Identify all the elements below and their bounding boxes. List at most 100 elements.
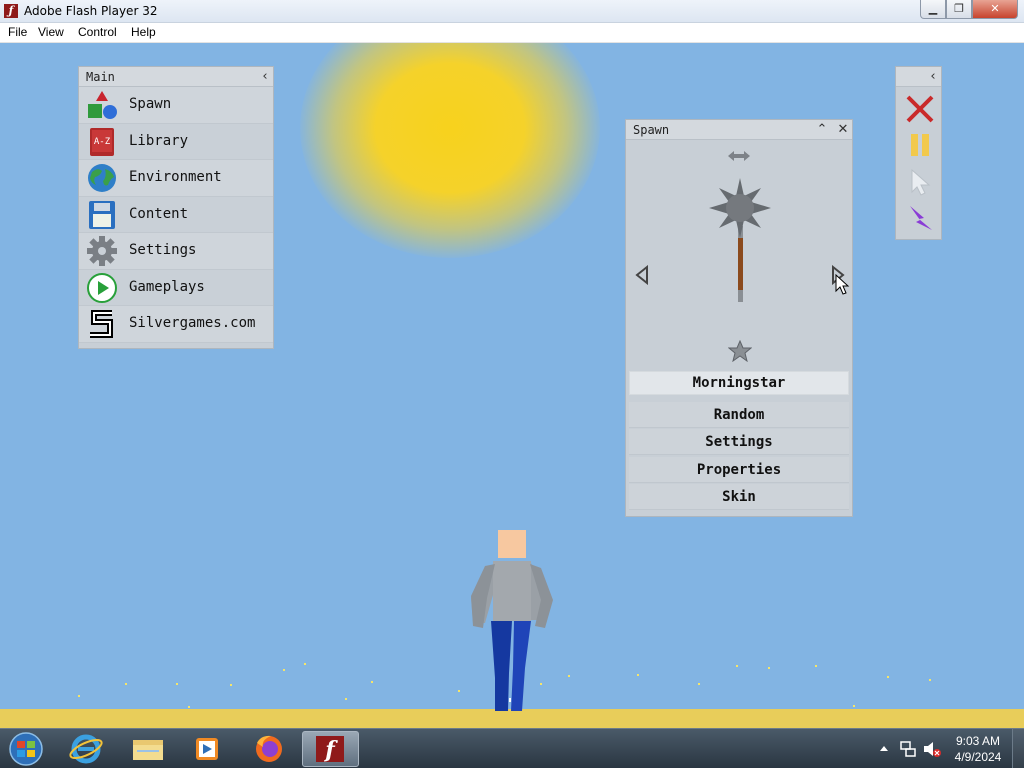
ground-speck xyxy=(929,679,931,681)
ground-speck xyxy=(371,681,373,683)
collapse-left-icon[interactable]: ‹ xyxy=(255,67,275,87)
menu-file[interactable]: File xyxy=(8,25,27,39)
close-window-button[interactable]: ✕ xyxy=(972,0,1018,19)
ground xyxy=(0,709,1024,728)
close-x-icon[interactable] xyxy=(904,93,936,125)
ground-speck xyxy=(283,669,285,671)
main-panel-header: Main ‹ xyxy=(79,67,273,87)
media-player-icon xyxy=(196,738,218,760)
ground-speck xyxy=(736,665,738,667)
previous-arrow-icon[interactable] xyxy=(634,265,650,285)
flash-player-app-icon: ƒ xyxy=(4,4,18,18)
main-menu-label: Library xyxy=(129,132,189,149)
play-icon xyxy=(87,272,117,303)
taskbar: f 9:03 AM 4/9/2024 xyxy=(0,728,1024,768)
main-menu-spawn[interactable]: Spawn xyxy=(79,87,273,124)
main-panel-title: Main xyxy=(86,70,115,84)
window-titlebar: ƒ Adobe Flash Player 32 ▁ ❐ ✕ xyxy=(0,0,1024,23)
tool-panel-header: ‹ xyxy=(896,67,941,87)
internet-explorer-icon xyxy=(69,734,103,764)
flip-arrow-icon[interactable] xyxy=(726,148,752,164)
floppy-disk-icon xyxy=(89,200,115,229)
menu-view[interactable]: View xyxy=(38,25,64,39)
cursor-icon[interactable] xyxy=(904,166,936,198)
book-az-icon: A-Z xyxy=(90,127,114,156)
main-menu-gameplays[interactable]: Gameplays xyxy=(79,269,273,306)
taskbar-file-explorer[interactable] xyxy=(119,731,176,767)
menubar: File View Control Help xyxy=(0,23,1024,43)
network-icon[interactable] xyxy=(899,740,917,758)
menu-control[interactable]: Control xyxy=(78,25,117,39)
firefox-icon xyxy=(256,735,282,762)
spawn-panel: Spawn ⌃ ✕ Morningstar Random Settings Pr… xyxy=(625,119,853,517)
gear-icon xyxy=(87,236,117,266)
ground-speck xyxy=(815,665,817,667)
mouse-cursor-icon xyxy=(835,274,850,295)
ground-speck xyxy=(768,667,770,669)
clock-date: 4/9/2024 xyxy=(954,750,1002,764)
properties-button[interactable]: Properties xyxy=(629,457,849,483)
minimize-button[interactable]: ▁ xyxy=(920,0,946,19)
main-menu-silvergames[interactable]: Silvergames.com xyxy=(79,306,273,343)
main-menu-environment[interactable]: Environment xyxy=(79,160,273,197)
taskbar-internet-explorer[interactable] xyxy=(58,731,115,767)
ground-speck xyxy=(568,675,570,677)
chevron-up-icon[interactable]: ⌃ xyxy=(812,120,832,140)
spawn-settings-button[interactable]: Settings xyxy=(629,429,849,455)
main-menu-label: Environment xyxy=(129,169,222,185)
main-menu-label: Settings xyxy=(129,242,197,258)
spawn-panel-title: Spawn xyxy=(633,123,670,137)
sun xyxy=(300,43,600,258)
ground-speck xyxy=(78,695,80,697)
ground-speck xyxy=(304,663,306,665)
random-button[interactable]: Random xyxy=(629,402,849,428)
main-panel: Main ‹ Spawn A-Z Library Environment Con… xyxy=(78,66,274,349)
tool-panel: ‹ xyxy=(895,66,942,240)
start-button[interactable] xyxy=(6,731,46,767)
main-menu-label: Gameplays xyxy=(129,278,205,295)
skin-button[interactable]: Skin xyxy=(629,484,849,510)
silvergames-logo-icon xyxy=(90,310,113,338)
shapes-icon xyxy=(88,91,117,119)
svg-text:A-Z: A-Z xyxy=(94,137,111,147)
lightning-icon[interactable] xyxy=(904,202,936,234)
main-menu-label: Spawn xyxy=(129,96,172,112)
restore-button[interactable]: ❐ xyxy=(946,0,972,19)
main-menu-settings[interactable]: Settings xyxy=(79,233,273,270)
spawn-item-name: Morningstar xyxy=(629,371,849,395)
show-desktop-button[interactable] xyxy=(1012,729,1024,768)
spawn-preview xyxy=(626,140,852,364)
ground-speck xyxy=(637,674,639,676)
spawn-panel-header: Spawn ⌃ ✕ xyxy=(626,120,852,140)
menu-help[interactable]: Help xyxy=(131,25,156,39)
tray-expand-icon[interactable] xyxy=(878,743,890,755)
clock-time: 9:03 AM xyxy=(955,734,1001,748)
pause-icon[interactable] xyxy=(904,129,936,161)
ground-speck xyxy=(176,683,178,685)
window-title: Adobe Flash Player 32 xyxy=(24,4,158,18)
taskbar-media-player[interactable] xyxy=(179,731,236,767)
file-explorer-icon xyxy=(133,740,163,760)
main-menu-label: Content xyxy=(129,205,189,222)
ground-speck xyxy=(230,684,232,686)
ground-speck xyxy=(458,690,460,692)
morningstar-preview-icon xyxy=(709,178,771,302)
close-icon[interactable]: ✕ xyxy=(833,120,853,140)
main-menu-content[interactable]: Content xyxy=(79,196,273,233)
flash-player-icon: f xyxy=(316,736,344,763)
favorite-star-icon[interactable] xyxy=(728,340,752,362)
ground-speck xyxy=(345,698,347,700)
ground-speck xyxy=(698,683,700,685)
main-menu-library[interactable]: A-Z Library xyxy=(79,123,273,160)
ground-speck xyxy=(853,705,855,707)
ground-speck xyxy=(188,706,190,708)
main-menu-label: Silvergames.com xyxy=(129,315,256,331)
clock[interactable]: 9:03 AM 4/9/2024 xyxy=(950,733,1006,765)
taskbar-flash-player[interactable]: f xyxy=(302,731,359,767)
globe-icon xyxy=(88,164,116,192)
ragdoll-character[interactable] xyxy=(465,528,560,711)
ground-speck xyxy=(887,676,889,678)
taskbar-firefox[interactable] xyxy=(241,731,298,767)
volume-muted-icon[interactable] xyxy=(922,740,942,758)
collapse-left-icon[interactable]: ‹ xyxy=(923,67,943,87)
